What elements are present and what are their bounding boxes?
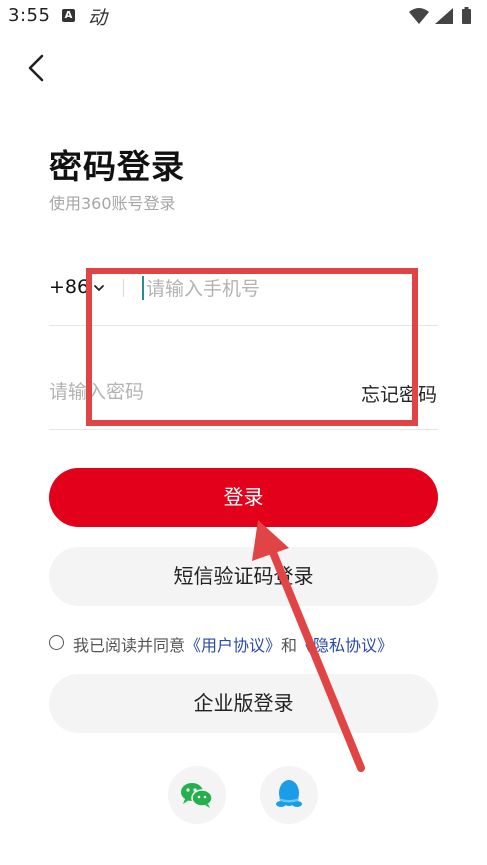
country-code-separator xyxy=(123,279,124,297)
back-icon xyxy=(28,54,44,82)
annotation-overlay xyxy=(86,268,418,772)
wechat-icon xyxy=(181,783,213,808)
login-screen: 3:55 A 动 密码登录 使用360账号登录 +86 忘记密码 登录 短信验证… xyxy=(0,0,487,865)
phone-input[interactable] xyxy=(146,272,436,306)
status-time: 3:55 xyxy=(8,5,51,26)
wechat-login-button[interactable] xyxy=(168,766,226,824)
text-cursor xyxy=(142,276,144,300)
user-agreement-link[interactable]: 《用户协议》 xyxy=(185,636,281,655)
forgot-password-link[interactable]: 忘记密码 xyxy=(361,380,437,407)
agreement-prefix: 我已阅读并同意 xyxy=(73,636,186,655)
qq-login-button[interactable] xyxy=(260,766,318,824)
agreement-text: 我已阅读并同意《用户协议》和《隐私协议》 xyxy=(73,632,393,656)
page-title: 密码登录 xyxy=(49,147,185,186)
notification-dong-icon: 动 xyxy=(88,7,108,29)
notification-a-icon: A xyxy=(62,9,75,22)
login-button[interactable]: 登录 xyxy=(49,468,438,527)
password-input[interactable] xyxy=(49,375,329,409)
sms-login-button[interactable]: 短信验证码登录 xyxy=(49,547,438,606)
wifi-icon xyxy=(409,8,429,24)
signal-icon xyxy=(435,8,453,24)
page-subtitle: 使用360账号登录 xyxy=(49,194,176,213)
status-bar: 3:55 A 动 xyxy=(0,0,487,34)
back-button[interactable] xyxy=(22,52,52,84)
battery-icon xyxy=(462,9,471,24)
status-icons xyxy=(409,7,471,24)
country-code-selector[interactable]: +86 xyxy=(49,276,89,298)
password-divider xyxy=(49,429,438,430)
phone-divider xyxy=(49,325,438,326)
agreement-conjunction: 和 xyxy=(281,636,298,655)
privacy-agreement-link[interactable]: 《隐私协议》 xyxy=(297,636,393,655)
qq-icon xyxy=(276,780,302,807)
agreement-radio[interactable] xyxy=(49,635,64,650)
chevron-down-icon[interactable] xyxy=(93,283,105,293)
enterprise-login-button[interactable]: 企业版登录 xyxy=(49,674,438,733)
